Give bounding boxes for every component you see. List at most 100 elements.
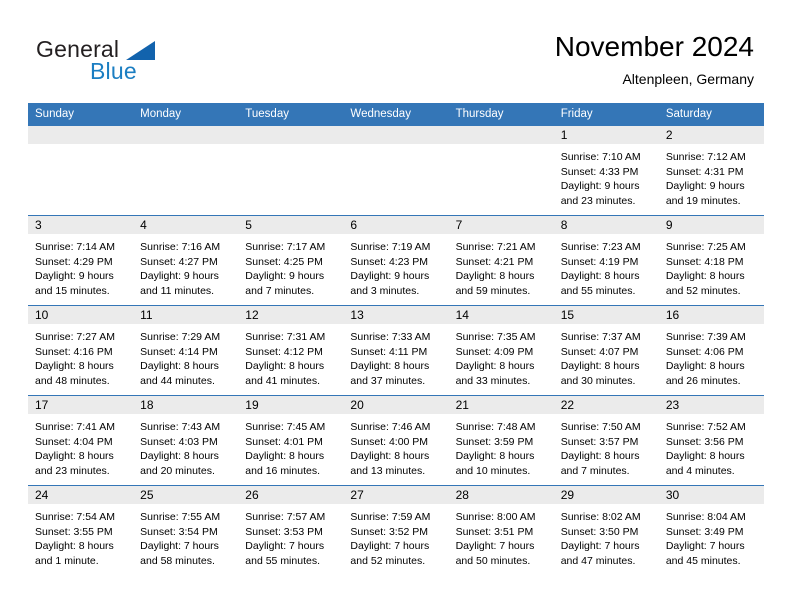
sunrise-text: Sunrise: 7:54 AM — [35, 511, 115, 523]
sunrise-text: Sunrise: 7:37 AM — [560, 331, 641, 343]
daylight-text-line2: and 58 minutes. — [140, 554, 215, 567]
day-cell[interactable]: 8 Sunrise: 7:23 AM Sunset: 4:19 PM Daylight… — [553, 215, 659, 306]
weekday-header-tuesday: Tuesday — [238, 103, 344, 126]
day-number: 24 — [28, 486, 134, 504]
daylight-text-line1: Daylight: 7 hours — [245, 540, 325, 553]
general-blue-logo[interactable]: General Blue — [36, 36, 216, 88]
daylight-text-line1: Daylight: 9 hours — [35, 270, 114, 283]
day-cell[interactable]: 14 Sunrise: 7:35 AM Sunset: 4:09 PM Dayligh… — [448, 305, 554, 396]
day-cell[interactable]: 3 Sunrise: 7:14 AM Sunset: 4:29 PM Daylight… — [28, 215, 134, 306]
day-cell[interactable]: 6 Sunrise: 7:19 AM Sunset: 4:23 PM Daylight… — [343, 215, 449, 306]
weekday-header-saturday: Saturday — [658, 103, 764, 126]
daylight-text-line2: and 20 minutes. — [140, 464, 215, 477]
day-cell[interactable]: 7 Sunrise: 7:21 AM Sunset: 4:21 PM Daylight… — [448, 215, 554, 306]
sunset-text: Sunset: 3:56 PM — [665, 435, 744, 448]
day-number: 20 — [343, 396, 449, 414]
daylight-text-line1: Daylight: 7 hours — [455, 540, 535, 553]
day-number: 22 — [553, 396, 659, 414]
day-cell[interactable]: 30 Sunrise: 8:04 AM Sunset: 3:49 PM Dayligh… — [658, 485, 764, 575]
weekday-header-monday: Monday — [133, 103, 239, 126]
daylight-text-line2: and 45 minutes. — [665, 554, 741, 567]
sunset-text: Sunset: 4:03 PM — [140, 435, 218, 448]
day-cell[interactable]: 5 Sunrise: 7:17 AM Sunset: 4:25 PM Daylight… — [238, 215, 344, 306]
day-cell[interactable]: 20 Sunrise: 7:46 AM Sunset: 4:00 PM Dayligh… — [343, 395, 449, 486]
sunset-text: Sunset: 4:09 PM — [455, 345, 534, 358]
sunset-text: Sunset: 4:18 PM — [665, 255, 744, 268]
day-number: 21 — [448, 396, 554, 414]
day-number — [133, 126, 239, 144]
sunset-text: Sunset: 4:01 PM — [245, 435, 323, 448]
daylight-text-line2: and 23 minutes. — [560, 194, 636, 207]
day-cell[interactable]: 22 Sunrise: 7:50 AM Sunset: 3:57 PM Dayligh… — [553, 395, 659, 486]
calendar-grid: Sunday Monday Tuesday Wednesday Thursday… — [28, 103, 764, 575]
day-cell[interactable] — [133, 126, 239, 216]
day-cell[interactable]: 11 Sunrise: 7:29 AM Sunset: 4:14 PM Dayligh… — [133, 305, 239, 396]
sunset-text: Sunset: 4:06 PM — [665, 345, 744, 358]
day-cell[interactable] — [28, 126, 134, 216]
page-subtitle: Altenpleen, Germany — [622, 71, 754, 87]
day-cell[interactable]: 28 Sunrise: 8:00 AM Sunset: 3:51 PM Dayligh… — [448, 485, 554, 575]
day-cell[interactable]: 12 Sunrise: 7:31 AM Sunset: 4:12 PM Dayligh… — [238, 305, 344, 396]
day-cell[interactable]: 16 Sunrise: 7:39 AM Sunset: 4:06 PM Dayligh… — [658, 305, 764, 396]
day-cell[interactable]: 13 Sunrise: 7:33 AM Sunset: 4:11 PM Dayligh… — [343, 305, 449, 396]
calendar-week-row: 24 Sunrise: 7:54 AM Sunset: 3:55 PM Dayligh… — [28, 485, 764, 575]
daylight-text-line2: and 7 minutes. — [560, 464, 630, 477]
day-cell[interactable]: 17 Sunrise: 7:41 AM Sunset: 4:04 PM Dayligh… — [28, 395, 134, 486]
sunrise-text: Sunrise: 7:45 AM — [245, 421, 326, 433]
daylight-text-line1: Daylight: 8 hours — [665, 270, 745, 283]
day-cell[interactable]: 24 Sunrise: 7:54 AM Sunset: 3:55 PM Dayligh… — [28, 485, 134, 575]
day-cell[interactable]: 19 Sunrise: 7:45 AM Sunset: 4:01 PM Dayligh… — [238, 395, 344, 486]
day-cell[interactable]: 23 Sunrise: 7:52 AM Sunset: 3:56 PM Dayligh… — [658, 395, 764, 486]
daylight-text-line1: Daylight: 9 hours — [560, 180, 640, 193]
day-cell[interactable]: 18 Sunrise: 7:43 AM Sunset: 4:03 PM Dayligh… — [133, 395, 239, 486]
sunrise-text: Sunrise: 7:46 AM — [350, 421, 431, 433]
sunset-text: Sunset: 3:55 PM — [35, 525, 113, 538]
daylight-text-line1: Daylight: 9 hours — [350, 270, 430, 283]
page-header: General Blue November 2024 Altenpleen, G… — [0, 0, 792, 103]
sunrise-text: Sunrise: 7:57 AM — [245, 511, 326, 523]
day-cell[interactable]: 26 Sunrise: 7:57 AM Sunset: 3:53 PM Dayligh… — [238, 485, 344, 575]
sunset-text: Sunset: 3:59 PM — [455, 435, 534, 448]
day-number: 15 — [553, 306, 659, 324]
daylight-text-line2: and 10 minutes. — [455, 464, 531, 477]
day-cell[interactable]: 25 Sunrise: 7:55 AM Sunset: 3:54 PM Dayligh… — [133, 485, 239, 575]
sunset-text: Sunset: 4:27 PM — [140, 255, 218, 268]
sunrise-text: Sunrise: 7:35 AM — [455, 331, 536, 343]
day-number: 5 — [238, 216, 344, 234]
sunset-text: Sunset: 4:19 PM — [560, 255, 639, 268]
daylight-text-line1: Daylight: 8 hours — [455, 360, 535, 373]
daylight-text-line2: and 3 minutes. — [350, 284, 420, 297]
day-cell[interactable]: 10 Sunrise: 7:27 AM Sunset: 4:16 PM Dayligh… — [28, 305, 134, 396]
day-number: 9 — [658, 216, 764, 234]
day-cell[interactable] — [343, 126, 449, 216]
day-cell[interactable] — [238, 126, 344, 216]
sunrise-text: Sunrise: 7:25 AM — [665, 241, 746, 253]
sunrise-text: Sunrise: 7:21 AM — [455, 241, 536, 253]
day-number: 13 — [343, 306, 449, 324]
day-cell[interactable]: 9 Sunrise: 7:25 AM Sunset: 4:18 PM Daylight… — [658, 215, 764, 306]
daylight-text-line2: and 7 minutes. — [245, 284, 315, 297]
day-cell[interactable] — [448, 126, 554, 216]
daylight-text-line1: Daylight: 8 hours — [665, 450, 745, 463]
day-number: 23 — [658, 396, 764, 414]
sunset-text: Sunset: 3:49 PM — [665, 525, 744, 538]
daylight-text-line1: Daylight: 8 hours — [455, 450, 535, 463]
day-number: 19 — [238, 396, 344, 414]
day-cell[interactable]: 4 Sunrise: 7:16 AM Sunset: 4:27 PM Daylight… — [133, 215, 239, 306]
day-number: 17 — [28, 396, 134, 414]
day-number: 12 — [238, 306, 344, 324]
day-number: 10 — [28, 306, 134, 324]
daylight-text-line2: and 48 minutes. — [35, 374, 110, 387]
sunset-text: Sunset: 4:04 PM — [35, 435, 113, 448]
day-cell[interactable]: 2 Sunrise: 7:12 AM Sunset: 4:31 PM Daylight… — [658, 126, 764, 216]
daylight-text-line1: Daylight: 8 hours — [35, 540, 114, 553]
page-title: November 2024 — [554, 31, 754, 62]
daylight-text-line1: Daylight: 8 hours — [350, 360, 430, 373]
sunset-text: Sunset: 4:12 PM — [245, 345, 323, 358]
day-cell[interactable]: 15 Sunrise: 7:37 AM Sunset: 4:07 PM Dayligh… — [553, 305, 659, 396]
day-cell[interactable]: 21 Sunrise: 7:48 AM Sunset: 3:59 PM Dayligh… — [448, 395, 554, 486]
sunset-text: Sunset: 4:33 PM — [560, 165, 639, 178]
day-cell[interactable]: 29 Sunrise: 8:02 AM Sunset: 3:50 PM Dayligh… — [553, 485, 659, 575]
day-cell[interactable]: 1 Sunrise: 7:10 AM Sunset: 4:33 PM Daylight… — [553, 126, 659, 216]
day-cell[interactable]: 27 Sunrise: 7:59 AM Sunset: 3:52 PM Dayligh… — [343, 485, 449, 575]
